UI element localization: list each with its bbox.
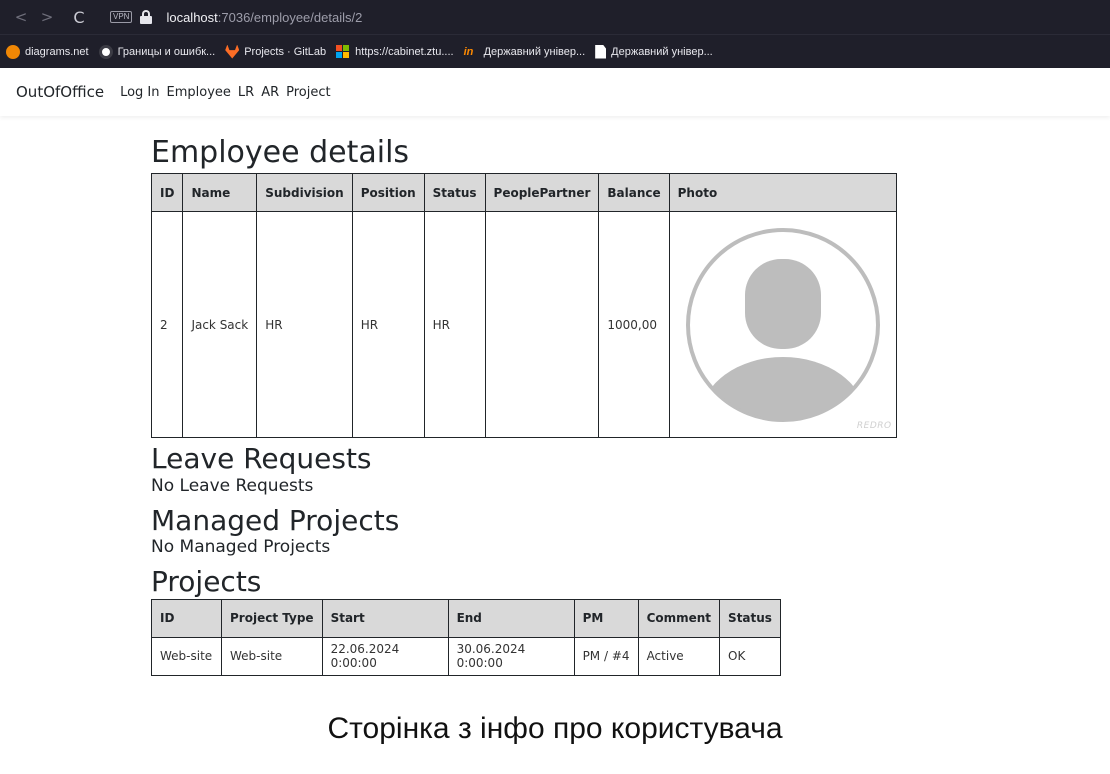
cell-id: Web-site: [151, 636, 222, 676]
cell-end: 30.06.2024 0:00:00: [447, 636, 575, 676]
bookmark-label: Projects · GitLab: [244, 45, 327, 58]
col-name: Name: [182, 173, 258, 212]
managed-projects-title: Managed Projects: [151, 503, 400, 537]
cell-id: 2: [150, 211, 184, 438]
col-id: ID: [151, 598, 222, 638]
projects-title: Projects: [151, 565, 262, 599]
nav-ar[interactable]: AR: [261, 85, 279, 100]
col-photo: Photo: [668, 173, 897, 212]
lock-icon[interactable]: [140, 10, 153, 24]
table-header-row: ID Project Type Start End PM Comment Sta…: [151, 598, 781, 638]
col-end: End: [447, 598, 575, 638]
nav-login[interactable]: Log In: [120, 85, 159, 100]
nav-lr[interactable]: LR: [238, 85, 254, 100]
openai-icon: [98, 44, 113, 59]
table-row: Web-site Web-site 22.06.2024 0:00:00 30.…: [151, 636, 781, 676]
diagrams-icon: [6, 44, 20, 59]
col-balance: Balance: [598, 173, 670, 212]
bookmark-gitlab[interactable]: Projects · GitLab: [225, 44, 327, 59]
reload-button[interactable]: C: [66, 8, 92, 27]
cell-balance: 1000,00: [598, 211, 670, 438]
col-comment: Comment: [637, 598, 721, 638]
cell-status: OK: [719, 636, 781, 676]
col-status: Status: [423, 173, 486, 212]
bookmark-label: Державний універ...: [483, 45, 586, 58]
cell-project-type: Web-site: [221, 636, 323, 676]
figure-caption: Сторінка з інфо про користувача: [327, 712, 783, 745]
col-start: Start: [321, 598, 449, 638]
avatar-placeholder-icon: [685, 227, 880, 422]
col-people-partner: PeoplePartner: [484, 173, 600, 212]
app-navbar: OutOfOffice Log In Employee LR AR Projec…: [0, 68, 1110, 116]
forward-button[interactable]: >: [34, 8, 60, 26]
bookmark-label: Границы и ошибк...: [117, 45, 216, 58]
managed-projects-empty: No Managed Projects: [151, 537, 331, 558]
bookmark-label: https://cabinet.ztu....: [355, 45, 454, 58]
table-row: 2 Jack Sack HR HR HR 1000,00 REDRO: [150, 211, 897, 438]
bookmark-granicy[interactable]: Границы и ошибк...: [98, 44, 216, 59]
bookmark-diagrams[interactable]: diagrams.net: [6, 44, 89, 59]
col-status: Status: [719, 598, 781, 638]
url-host: localhost: [166, 9, 218, 25]
projects-table: ID Project Type Start End PM Comment Sta…: [151, 598, 781, 676]
bookmark-label: diagrams.net: [25, 45, 89, 58]
address-bar[interactable]: localhost:7036/employee/details/2: [166, 10, 362, 25]
cell-comment: Active: [637, 636, 721, 676]
cell-pm: PM / #4: [573, 636, 639, 676]
page-title: Employee details: [151, 135, 410, 170]
col-subdivision: Subdivision: [256, 173, 353, 212]
cell-people-partner: [484, 211, 600, 438]
vpn-badge[interactable]: VPN: [110, 11, 133, 23]
gitlab-icon: [225, 44, 240, 59]
col-pm: PM: [573, 598, 639, 638]
bookmark-derzh-1[interactable]: in Державний універ...: [464, 46, 586, 58]
bookmark-label: Державний універ...: [611, 45, 713, 58]
bookmark-cabinet[interactable]: https://cabinet.ztu....: [336, 44, 454, 59]
microsoft-icon: [336, 44, 350, 59]
nav-employee[interactable]: Employee: [167, 85, 231, 100]
leave-requests-title: Leave Requests: [151, 442, 372, 475]
photo-watermark: REDRO: [856, 421, 892, 431]
browser-toolbar: < > C VPN localhost:7036/employee/detail…: [0, 0, 1110, 34]
bookmarks-bar: diagrams.net Границы и ошибк... Projects…: [0, 34, 1110, 68]
bookmark-derzh-2[interactable]: Державний універ...: [595, 44, 713, 59]
col-project-type: Project Type: [221, 598, 323, 638]
cell-status: HR: [423, 211, 486, 438]
cell-photo: REDRO: [668, 211, 897, 438]
back-button[interactable]: <: [8, 8, 34, 26]
document-icon: [595, 44, 607, 59]
cell-name: Jack Sack: [182, 211, 258, 438]
nav-project[interactable]: Project: [286, 85, 330, 100]
url-path: :7036/employee/details/2: [217, 9, 363, 25]
in-icon: in: [463, 45, 474, 58]
col-position: Position: [351, 173, 425, 212]
cell-position: HR: [351, 211, 425, 438]
employee-table: ID Name Subdivision Position Status Peop…: [150, 173, 897, 438]
table-header-row: ID Name Subdivision Position Status Peop…: [150, 173, 897, 212]
leave-requests-empty: No Leave Requests: [151, 475, 314, 496]
cell-start: 22.06.2024 0:00:00: [321, 636, 449, 676]
main-content: Employee details ID Name Subdivision Pos…: [150, 130, 951, 676]
col-id: ID: [150, 173, 184, 212]
cell-subdivision: HR: [256, 211, 353, 438]
brand-link[interactable]: OutOfOffice: [16, 83, 104, 101]
